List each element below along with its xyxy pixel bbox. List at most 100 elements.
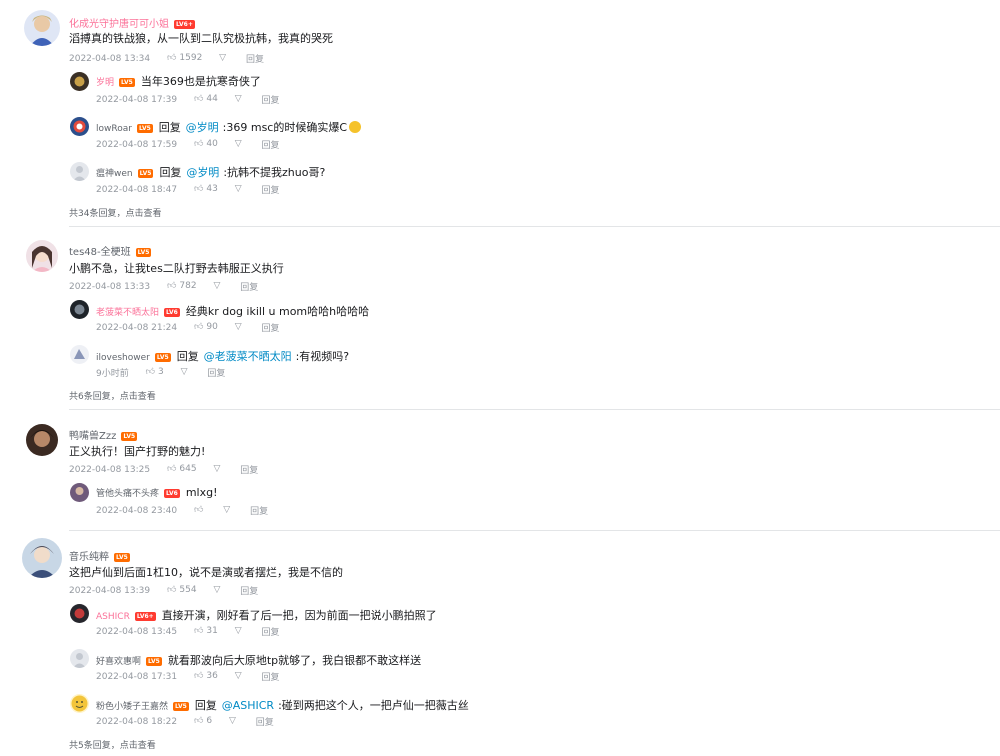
username[interactable]: 粉色小矮子王嘉然: [96, 702, 168, 712]
reply-text: 当年369也是抗寒奇侠了: [140, 75, 261, 88]
username[interactable]: 鸭嘴兽Zzz LV5: [69, 427, 138, 442]
like-button[interactable]: 👍︎ 6: [194, 716, 212, 727]
avatar[interactable]: [70, 117, 89, 136]
view-more-replies[interactable]: 共6条回复，点击查看: [69, 389, 156, 402]
reply-button[interactable]: 回复: [207, 366, 225, 379]
reply-bubble-icon: ▽: [223, 505, 231, 516]
timestamp: 2022-04-08 13:39: [69, 585, 151, 596]
level-badge: LV5: [119, 78, 135, 87]
username[interactable]: 好喜欢惠啊: [96, 657, 141, 667]
reply-button[interactable]: 回复: [250, 504, 268, 517]
like-button[interactable]: 👍︎ 554: [167, 585, 197, 596]
username[interactable]: 管他头痛不头疼: [96, 489, 159, 499]
reply-button[interactable]: 回复: [262, 625, 280, 638]
avatar[interactable]: [70, 300, 89, 319]
level-badge: LV5: [121, 432, 138, 441]
like-button[interactable]: 👍︎ 645: [167, 464, 197, 475]
avatar[interactable]: [70, 649, 89, 668]
username[interactable]: ASHICR: [96, 612, 130, 622]
avatar[interactable]: [70, 162, 89, 181]
reply-meta: 2022-04-08 18:47 👍︎ 43 ▽ 回复: [96, 183, 280, 196]
reply-item: lowRoar LV5 回复 @岁明:369 msc的时候确实爆C: [96, 119, 362, 135]
divider: [69, 226, 1000, 227]
reply-meta: 2022-04-08 23:40 👍︎ ▽ 回复: [96, 504, 268, 517]
like-button[interactable]: 👍︎ 31: [194, 626, 218, 637]
dislike-button[interactable]: ▽: [235, 94, 245, 105]
avatar[interactable]: [70, 604, 89, 623]
reply-button[interactable]: 回复: [246, 52, 264, 65]
reply-button[interactable]: 回复: [262, 321, 280, 334]
divider: [69, 409, 1000, 410]
avatar[interactable]: [70, 345, 89, 364]
thumb-up-icon: 👍︎: [193, 139, 204, 150]
mention-link[interactable]: @ASHICR: [222, 699, 274, 712]
avatar[interactable]: [70, 483, 89, 502]
avatar[interactable]: [26, 240, 58, 272]
like-button[interactable]: 👍︎ 36: [194, 671, 218, 682]
like-button[interactable]: 👍︎: [194, 505, 206, 516]
dislike-button[interactable]: ▽: [235, 139, 245, 150]
reply-item: ASHICR LV6+ 直接开演，刚好看了后一把，因为前面一把说小鹏拍照了: [96, 607, 437, 623]
reply-bubble-icon: ▽: [213, 585, 221, 596]
dislike-button[interactable]: ▽: [213, 464, 223, 475]
like-button[interactable]: 👍︎ 43: [194, 184, 218, 195]
like-button[interactable]: 👍︎ 44: [194, 94, 218, 105]
like-button[interactable]: 👍︎ 40: [194, 139, 218, 150]
dislike-button[interactable]: ▽: [235, 626, 245, 637]
like-button[interactable]: 👍︎ 3: [146, 367, 164, 378]
username[interactable]: tes48-全梗班 LV5: [69, 243, 152, 258]
mention-link[interactable]: @岁明: [186, 166, 219, 179]
level-badge: LV5: [114, 553, 130, 562]
reply-button[interactable]: 回复: [262, 183, 280, 196]
username[interactable]: 老菠菜不晒太阳: [96, 308, 159, 318]
reply-text: 经典kr dog ikill u mom哈哈h哈哈哈: [185, 305, 370, 318]
dislike-button[interactable]: ▽: [223, 505, 233, 516]
dislike-button[interactable]: ▽: [229, 716, 239, 727]
timestamp: 2022-04-08 17:39: [96, 94, 178, 105]
mention-link[interactable]: @老菠菜不晒太阳: [204, 350, 292, 363]
thumb-up-icon: 👍︎: [193, 671, 204, 682]
timestamp: 2022-04-08 13:45: [96, 626, 178, 637]
avatar[interactable]: [24, 10, 60, 46]
like-count: 782: [179, 281, 197, 292]
like-button[interactable]: 👍︎ 90: [194, 322, 218, 333]
dislike-button[interactable]: ▽: [213, 281, 223, 292]
username[interactable]: iloveshower: [96, 353, 150, 363]
reply-text: 就看那波向后大原地tp就够了，我白银都不敢这样送: [167, 654, 422, 667]
view-more-replies[interactable]: 共5条回复，点击查看: [69, 738, 156, 751]
dislike-button[interactable]: ▽: [235, 671, 245, 682]
avatar[interactable]: [70, 72, 89, 91]
avatar[interactable]: [26, 424, 58, 456]
mention-link[interactable]: @岁明: [186, 121, 219, 134]
reply-button[interactable]: 回复: [240, 463, 258, 476]
reply-bubble-icon: ▽: [180, 367, 188, 378]
reply-button[interactable]: 回复: [256, 715, 274, 728]
username[interactable]: 音乐纯粹 LV5: [69, 548, 130, 563]
reply-button[interactable]: 回复: [240, 280, 258, 293]
level-badge: LV6: [164, 489, 180, 498]
dislike-button[interactable]: ▽: [235, 322, 245, 333]
username[interactable]: 岁明: [96, 78, 114, 88]
dislike-button[interactable]: ▽: [219, 53, 229, 64]
username[interactable]: 化成光守护唐可可小姐 LV6+: [69, 15, 195, 30]
timestamp: 2022-04-08 23:40: [96, 505, 178, 516]
username[interactable]: 瘟神wen: [96, 169, 133, 179]
reply-meta: 2022-04-08 21:24 👍︎ 90 ▽ 回复: [96, 321, 280, 334]
reply-button[interactable]: 回复: [240, 584, 258, 597]
timestamp: 2022-04-08 18:47: [96, 184, 178, 195]
reply-bubble-icon: ▽: [234, 184, 242, 195]
avatar[interactable]: [22, 538, 62, 578]
view-more-replies[interactable]: 共34条回复，点击查看: [69, 206, 161, 219]
reply-bubble-icon: ▽: [234, 322, 242, 333]
dislike-button[interactable]: ▽: [235, 184, 245, 195]
avatar[interactable]: [70, 694, 89, 713]
like-button[interactable]: 👍︎ 782: [167, 281, 197, 292]
dislike-button[interactable]: ▽: [181, 367, 191, 378]
username[interactable]: lowRoar: [96, 124, 132, 134]
reply-button[interactable]: 回复: [262, 138, 280, 151]
reply-button[interactable]: 回复: [262, 93, 280, 106]
reply-button[interactable]: 回复: [262, 670, 280, 683]
like-button[interactable]: 👍︎ 1592: [167, 53, 202, 64]
reply-bubble-icon: ▽: [234, 626, 242, 637]
dislike-button[interactable]: ▽: [213, 585, 223, 596]
